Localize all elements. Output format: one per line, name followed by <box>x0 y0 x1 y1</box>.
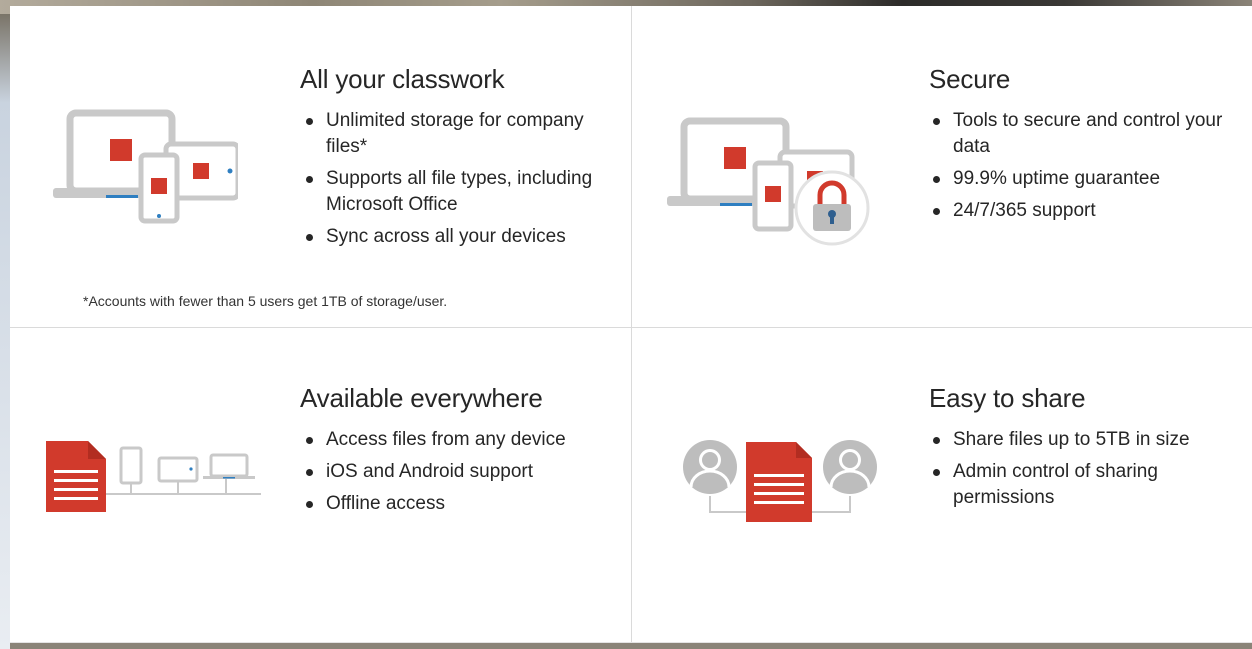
bullet-item: 99.9% uptime guarantee <box>929 166 1249 192</box>
feature-bullets: Access files from any device iOS and And… <box>302 427 632 523</box>
feature-classwork: All your classwork Unlimited storage for… <box>10 6 631 326</box>
storage-footnote: *Accounts with fewer than 5 users get 1T… <box>83 293 448 309</box>
bullet-item: iOS and Android support <box>302 459 632 485</box>
feature-bullets: Unlimited storage for company files* Sup… <box>302 108 622 256</box>
devices-icon <box>53 109 238 224</box>
bullet-item: Access files from any device <box>302 427 632 453</box>
feature-easy-to-share: Easy to share Share files up to 5TB in s… <box>632 328 1252 648</box>
file-devices-icon <box>46 441 261 512</box>
bullet-item: Admin control of sharing permissions <box>929 459 1249 511</box>
feature-bullets: Tools to secure and control your data 99… <box>929 108 1249 230</box>
features-panel: All your classwork Unlimited storage for… <box>10 6 1252 643</box>
feature-bullets: Share files up to 5TB in size Admin cont… <box>929 427 1249 517</box>
bullet-item: 24/7/365 support <box>929 198 1249 224</box>
feature-title: Easy to share <box>929 383 1086 413</box>
feature-title: Available everywhere <box>300 383 543 413</box>
feature-secure: Secure Tools to secure and control your … <box>632 6 1252 326</box>
bullet-item: Share files up to 5TB in size <box>929 427 1249 453</box>
bullet-item: Offline access <box>302 491 632 517</box>
bullet-item: Unlimited storage for company files* <box>302 108 622 160</box>
feature-title: All your classwork <box>300 64 505 94</box>
feature-available-everywhere: Available everywhere Access files from a… <box>10 328 631 648</box>
feature-title: Secure <box>929 64 1011 94</box>
bullet-item: Supports all file types, including Micro… <box>302 166 622 218</box>
devices-lock-icon <box>667 117 870 246</box>
bullet-item: Tools to secure and control your data <box>929 108 1249 160</box>
file-share-users-icon <box>683 440 877 522</box>
bullet-item: Sync across all your devices <box>302 224 622 250</box>
background-left-edge <box>0 14 10 649</box>
